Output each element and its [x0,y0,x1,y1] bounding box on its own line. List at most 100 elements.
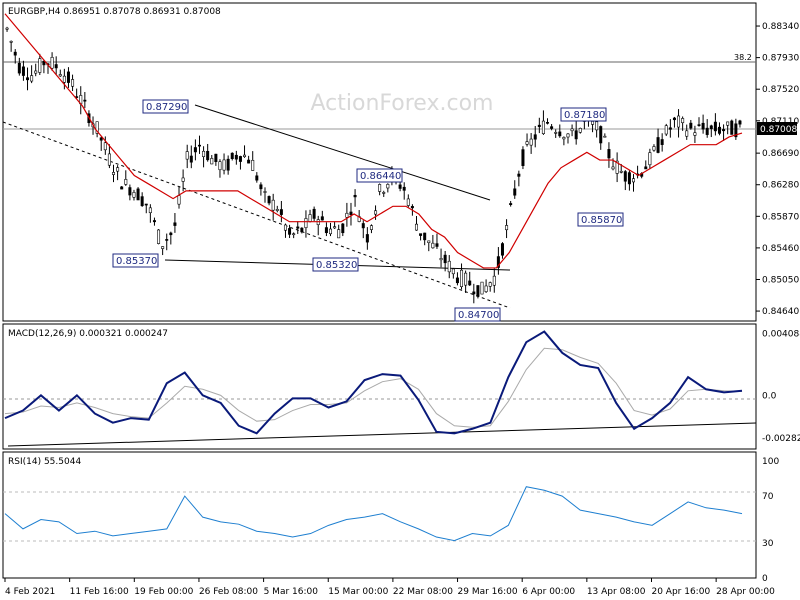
candle-body [460,269,464,288]
candle-body [218,161,222,171]
macd-tick-label: 0.0 [762,391,777,401]
candle-body [476,285,480,297]
candle-body [279,209,283,215]
candle-body [414,223,418,231]
candle-body [500,243,504,256]
rsi-label: RSI(14) 55.5044 [8,457,81,467]
candle-body [447,260,451,273]
last-price-text: 0.87008 [760,125,797,135]
callout-0.84700: 0.84700 [454,307,501,322]
price-tick-label: 0.87930 [762,54,799,64]
candle-body [38,58,42,73]
candle-body [677,115,681,128]
candle-body [128,187,132,196]
watermark: ActionForex.com [311,91,494,116]
candle-body [292,233,296,236]
candle-body [173,222,177,226]
candle-body [505,225,509,231]
candle-body [83,99,87,102]
candle-body [591,121,595,125]
candle-body [124,179,128,185]
candle-body [13,51,17,56]
candle-body [537,124,541,127]
candle-body [349,211,353,216]
candle-body [34,70,38,74]
candle-body [574,130,578,140]
candle-body [541,120,545,134]
candle-body [116,167,120,172]
rsi-panel-frame [2,451,757,579]
candle-body [599,126,603,144]
price-axis: 0.883400.879300.875200.871100.866900.862… [756,22,799,317]
candle-body [378,184,382,192]
candle-body [570,128,574,132]
candle-body [197,144,201,147]
candle-body [230,152,234,159]
candle-body [193,147,197,153]
candle-body [603,135,607,138]
candle-body [623,171,627,182]
candle-body [627,172,631,185]
price-tick-label: 0.87520 [762,85,799,95]
candle-body [103,142,107,151]
candle-body [324,227,328,234]
candle-body [337,229,341,239]
candle-body [140,196,144,207]
candle-body [210,158,214,165]
candle-body [533,134,537,140]
candle-body [206,150,210,161]
callout-0.87290: 0.87290 [142,99,189,114]
candle-body [554,132,558,134]
candle-body [369,225,373,230]
time-tick-label: 29 Mar 16:00 [458,587,518,597]
callout-text: 0.84700 [458,310,499,321]
candle-body [144,203,148,206]
candle-body [267,196,271,204]
callout-text: 0.85370 [116,256,157,267]
candle-body [247,159,251,164]
candle-body [611,166,615,170]
rsi-axis: 100 70 30 0 [762,457,779,584]
candle-body [58,74,62,77]
candle-body [701,122,705,130]
eurgbp-chart: EURGBP,H4 0.86951 0.87078 0.86931 0.8700… [2,2,800,597]
candle-body [648,152,652,166]
candle-body [152,220,156,223]
candle-body [464,272,468,286]
candle-body [730,120,734,135]
price-tick-label: 0.86690 [762,149,799,159]
candle-body [566,133,570,138]
candle-body [619,170,623,173]
candle-body [631,178,635,183]
candle-body [451,268,455,275]
candle-body [161,246,165,249]
candle-body [288,228,292,235]
candle-body [238,156,242,162]
candle-body [509,203,513,206]
candle-body [717,126,721,134]
callout-text: 0.85320 [316,260,357,271]
candle-body [300,227,304,233]
candle-body [361,223,365,229]
candle-body [672,117,676,121]
candle-body [693,132,697,136]
candle-body [320,216,324,221]
candle-body [398,184,402,189]
candle-body [697,124,701,126]
macd-panel-frame [2,323,757,450]
candle-body [681,118,685,124]
candle-body [185,151,189,160]
price-panel: EURGBP,H4 0.86951 0.87078 0.86931 0.8700… [2,2,799,322]
candle-body [443,254,447,264]
candle-body [181,177,185,182]
candle-body [652,146,656,151]
candle-body [517,173,521,177]
time-tick-label: 6 Apr 00:00 [522,587,575,597]
candle-body [312,208,316,219]
candle-body [484,285,488,293]
candle-body [455,277,459,284]
callout-0.85320: 0.85320 [312,257,359,272]
candle-body [353,194,357,198]
candle-body [243,154,247,158]
candle-body [738,120,742,125]
